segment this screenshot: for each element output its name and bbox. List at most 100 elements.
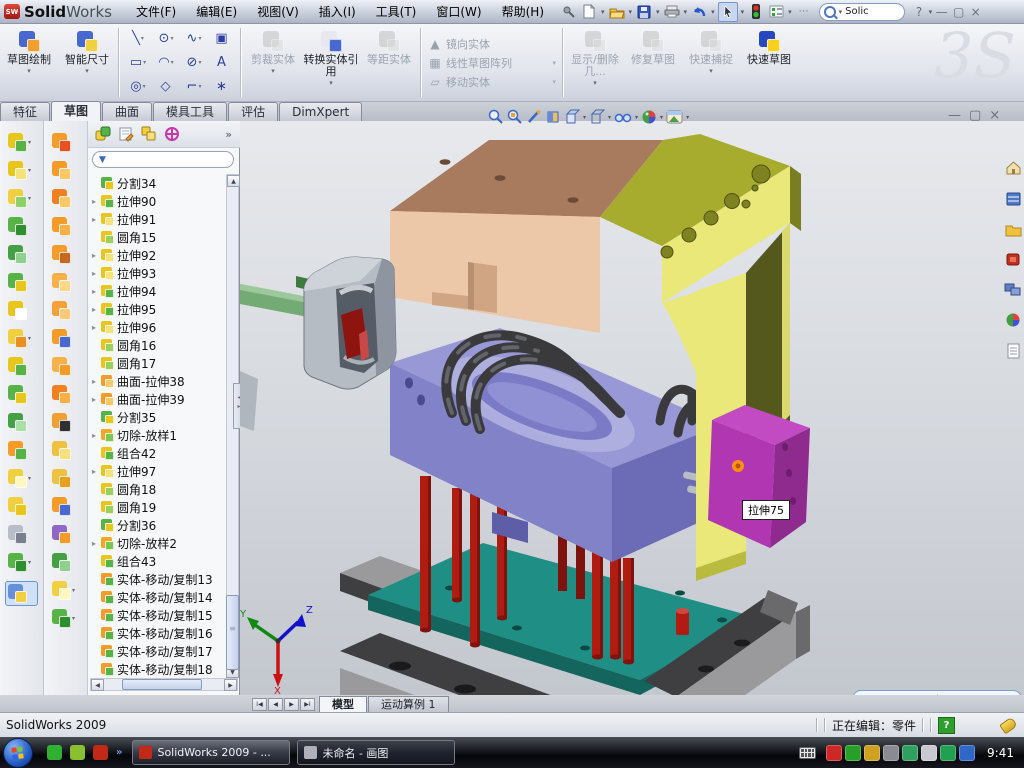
feature-tree-item[interactable]: ▸ 拉伸90 — [90, 192, 226, 210]
sketch-entity-button[interactable]: ◎▾ — [124, 75, 152, 99]
part-magenta-block[interactable] — [708, 405, 810, 548]
tray-icon[interactable] — [864, 745, 880, 761]
expand-arrow-icon[interactable]: ▸ — [90, 305, 98, 314]
toolbar-button[interactable] — [8, 413, 35, 432]
tray-icon[interactable] — [902, 745, 918, 761]
part-top-clamp-plate[interactable] — [390, 140, 663, 333]
feature-tree-item[interactable]: 实体-移动/复制15 — [90, 606, 226, 624]
toolbar-button[interactable] — [52, 385, 79, 404]
toolbar-button[interactable] — [8, 245, 35, 264]
toolbar-button[interactable]: ▾ — [8, 189, 35, 208]
taskbar-task-button[interactable]: SolidWorks 2009 - ... — [132, 740, 290, 765]
appearance-icon[interactable] — [641, 109, 657, 125]
search-box[interactable]: ▾ Solic — [819, 3, 905, 21]
undo-icon[interactable] — [690, 3, 708, 21]
custom-properties-icon[interactable] — [1006, 343, 1021, 363]
toolbar-button[interactable] — [52, 357, 79, 376]
display-style-icon[interactable] — [589, 109, 605, 125]
section-view-icon[interactable] — [545, 109, 561, 125]
expand-arrow-icon[interactable]: ▸ — [90, 287, 98, 296]
expand-tabs-icon[interactable]: » — [225, 128, 232, 141]
ribbon-tab[interactable]: 评估 — [228, 102, 278, 121]
toolbar-button[interactable] — [8, 357, 35, 376]
design-checker-icon[interactable] — [767, 3, 785, 21]
ribbon-tab[interactable]: 模具工具 — [153, 102, 227, 121]
feature-tree-item[interactable]: 组合43 — [90, 552, 226, 570]
menu-item[interactable]: 帮助(H) — [492, 1, 554, 22]
tray-icon[interactable] — [845, 745, 861, 761]
menu-item[interactable]: 文件(F) — [126, 1, 186, 22]
toolbar-button[interactable] — [8, 273, 35, 292]
featuremanager-tab-icon[interactable] — [94, 125, 112, 143]
command-button[interactable]: 转换实体引用 ▾ — [302, 24, 360, 101]
sketch-entity-button[interactable]: ⌐▾ — [180, 75, 208, 99]
command-button[interactable]: 智能尺寸 ▾ — [58, 24, 116, 101]
expand-arrow-icon[interactable]: ▸ — [90, 197, 98, 206]
toolbar-button[interactable] — [52, 553, 79, 572]
expand-arrow-icon[interactable]: ▸ — [90, 467, 98, 476]
feature-tree-item[interactable]: 圆角15 — [90, 228, 226, 246]
expand-arrow-icon[interactable]: ▸ — [90, 377, 98, 386]
feature-tree-item[interactable]: ▸ 切除-放样2 — [90, 534, 226, 552]
scene-icon[interactable] — [666, 110, 683, 124]
view-orientation-icon[interactable] — [564, 109, 580, 125]
tray-icon[interactable] — [883, 745, 899, 761]
toolbar-button[interactable] — [8, 385, 35, 404]
tag-icon[interactable] — [999, 716, 1018, 734]
toolbox-icon[interactable] — [1005, 252, 1021, 271]
toolbar-button[interactable]: ▾ — [8, 133, 35, 152]
zoom-area-icon[interactable] — [507, 109, 523, 125]
view-palette-icon[interactable] — [1004, 282, 1022, 301]
file-explorer-icon[interactable] — [1005, 222, 1022, 241]
menu-item[interactable]: 插入(I) — [309, 1, 366, 22]
feature-tree-item[interactable]: ▸ 拉伸93 — [90, 264, 226, 282]
tray-icon[interactable] — [826, 745, 842, 761]
feature-tree-item[interactable]: 圆角16 — [90, 336, 226, 354]
new-document-icon[interactable] — [580, 3, 598, 21]
feature-tree-item[interactable]: ▸ 拉伸91 — [90, 210, 226, 228]
feature-tree-item[interactable]: 实体-移动/复制17 — [90, 642, 226, 660]
toolbar-button[interactable] — [8, 497, 35, 516]
tab-nav-button[interactable]: ▶I — [300, 698, 315, 711]
tray-icon[interactable] — [959, 745, 975, 761]
tree-filter-input[interactable]: ▼ — [92, 151, 234, 168]
toolbar-button[interactable] — [52, 469, 79, 488]
sketch-entity-button[interactable]: A — [208, 51, 236, 75]
open-icon[interactable] — [608, 3, 626, 21]
toolbar-button[interactable]: ▾ — [52, 609, 79, 628]
feature-tree-item[interactable]: ▸ 拉伸96 — [90, 318, 226, 336]
feature-tree-item[interactable]: 圆角17 — [90, 354, 226, 372]
toolbar-button[interactable] — [52, 441, 79, 460]
close-button[interactable]: × — [967, 5, 984, 19]
feature-tree-item[interactable]: ▸ 曲面-拉伸39 — [90, 390, 226, 408]
help-button[interactable]: ? — [911, 5, 928, 19]
toolbar-button[interactable] — [8, 441, 35, 460]
doc-minimize-button[interactable]: — — [948, 108, 961, 123]
toolbar-button[interactable] — [52, 329, 79, 348]
stoplight-icon[interactable] — [747, 3, 765, 21]
command-row[interactable]: ▲ 镜向实体 — [428, 36, 556, 52]
toolbar-button[interactable] — [52, 497, 79, 516]
expand-arrow-icon[interactable]: ▸ — [90, 269, 98, 278]
sketch-entity-button[interactable]: ▣ — [208, 27, 236, 51]
save-icon[interactable] — [635, 3, 653, 21]
magnifying-glass-icon[interactable] — [526, 109, 542, 125]
feature-tree-item[interactable]: ▸ 曲面-拉伸38 — [90, 372, 226, 390]
taskbar-clock[interactable]: 9:41 — [987, 746, 1014, 760]
menu-item[interactable]: 编辑(E) — [186, 1, 247, 22]
tab-nav-button[interactable]: ◀ — [268, 698, 283, 711]
expand-arrow-icon[interactable]: ▸ — [90, 323, 98, 332]
hscrollbar-thumb[interactable] — [122, 679, 202, 690]
toolbar-button[interactable] — [52, 245, 79, 264]
quick-launch-icon[interactable] — [93, 745, 108, 760]
feature-tree-item[interactable]: 分割35 — [90, 408, 226, 426]
tray-icon[interactable] — [940, 745, 956, 761]
tree-horizontal-scrollbar[interactable]: ◀ ▶ — [90, 678, 238, 691]
toolbar-button[interactable] — [8, 301, 35, 320]
menu-item[interactable]: 视图(V) — [247, 1, 309, 22]
command-button[interactable]: 等距实体 — [360, 24, 418, 101]
menu-item[interactable]: 窗口(W) — [426, 1, 491, 22]
doc-close-button[interactable]: × — [989, 108, 1000, 123]
command-row[interactable]: ▦ 线性草图阵列 ▾ — [428, 55, 556, 71]
toolbar-button[interactable] — [8, 217, 35, 236]
